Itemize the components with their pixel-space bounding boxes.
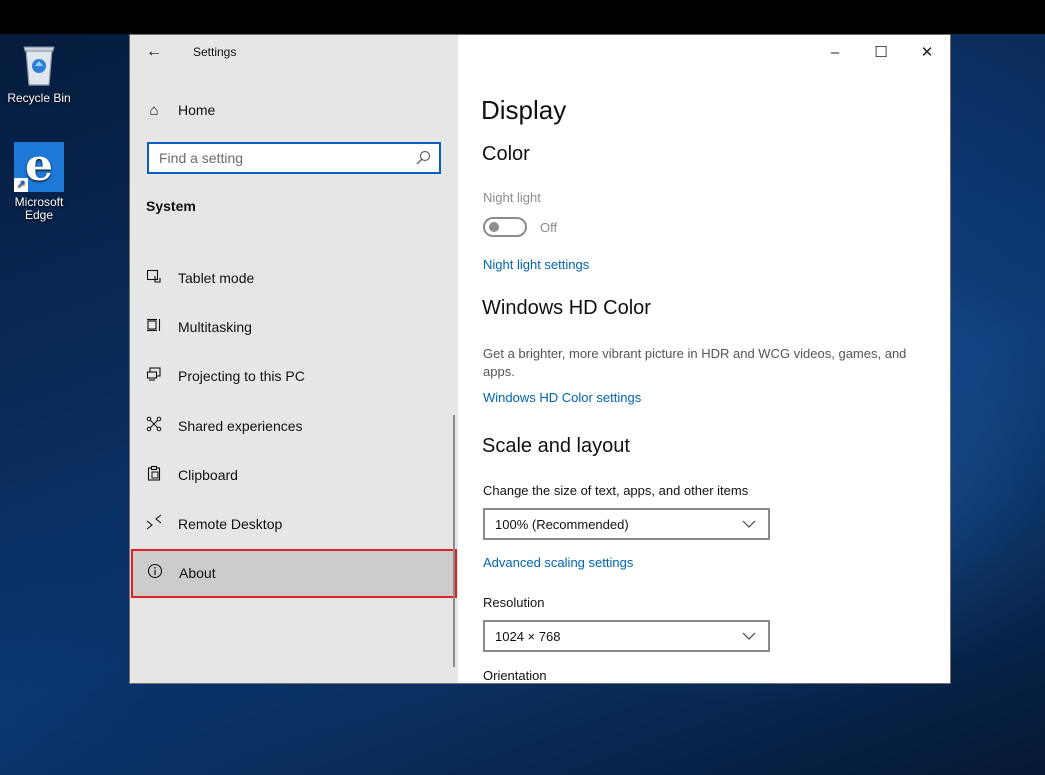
info-icon bbox=[131, 563, 179, 583]
shortcut-arrow-icon: ↗ bbox=[14, 178, 28, 192]
search-icon bbox=[416, 150, 431, 165]
edge-label: Microsoft Edge bbox=[14, 195, 64, 222]
hdr-heading: Windows HD Color bbox=[482, 297, 651, 319]
night-light-state: Off bbox=[540, 220, 558, 235]
title-bar: ← Settings bbox=[130, 35, 458, 69]
resolution-label: Resolution bbox=[483, 595, 545, 610]
edge-icon: e ↗ bbox=[14, 142, 64, 192]
main-content: – ☐ ✕ Display Color Night light Off Nigh… bbox=[458, 35, 950, 683]
window-title: Settings bbox=[193, 45, 237, 59]
home-label: Home bbox=[178, 102, 216, 118]
search-input[interactable] bbox=[159, 150, 415, 166]
chevron-down-icon bbox=[742, 520, 756, 528]
sidebar-item-label: Shared experiences bbox=[178, 417, 303, 434]
desktop-icon-recycle-bin[interactable]: Recycle Bin bbox=[0, 42, 78, 105]
sidebar-item-projecting[interactable]: Projecting to this PC bbox=[130, 352, 458, 401]
close-icon: ✕ bbox=[920, 44, 934, 61]
multitasking-icon bbox=[130, 317, 178, 337]
shared-experiences-icon bbox=[130, 416, 178, 436]
recycle-bin-icon bbox=[23, 46, 55, 86]
color-heading: Color bbox=[482, 143, 530, 165]
sidebar-scrollbar[interactable] bbox=[453, 415, 455, 667]
sidebar-item-label: Clipboard bbox=[178, 466, 238, 483]
sidebar-nav-list: Tablet mode Multitasking Projecting to t… bbox=[130, 253, 458, 599]
orientation-label: Orientation bbox=[483, 668, 547, 683]
sidebar-item-clipboard[interactable]: Clipboard bbox=[130, 450, 458, 499]
sidebar-item-multitasking[interactable]: Multitasking bbox=[130, 302, 458, 351]
chevron-down-icon bbox=[742, 632, 756, 640]
back-arrow-icon: ← bbox=[146, 43, 162, 60]
page-title: Display bbox=[481, 95, 567, 125]
search-box[interactable] bbox=[147, 142, 441, 174]
minimize-icon: – bbox=[830, 43, 840, 61]
sidebar-item-label: About bbox=[179, 565, 216, 582]
home-icon: ⌂ bbox=[149, 101, 159, 119]
projecting-icon bbox=[130, 366, 178, 386]
scale-dropdown[interactable]: 100% (Recommended) bbox=[483, 508, 770, 540]
recycle-bin-label: Recycle Bin bbox=[7, 91, 71, 105]
resolution-dropdown[interactable]: 1024 × 768 bbox=[483, 620, 770, 652]
scale-value: 100% (Recommended) bbox=[495, 516, 629, 532]
maximize-button[interactable]: ☐ bbox=[858, 35, 904, 69]
tablet-mode-icon bbox=[130, 268, 178, 288]
back-button[interactable]: ← bbox=[140, 39, 168, 65]
night-light-toggle[interactable] bbox=[483, 217, 527, 237]
sidebar-item-remote-desktop[interactable]: Remote Desktop bbox=[130, 499, 458, 548]
minimize-button[interactable]: – bbox=[812, 35, 858, 69]
remote-desktop-icon bbox=[130, 514, 178, 534]
sidebar: ← Settings ⌂ Home System Tablet mode bbox=[130, 35, 458, 683]
sidebar-item-label: Projecting to this PC bbox=[178, 368, 305, 385]
hdr-description: Get a brighter, more vibrant picture in … bbox=[483, 346, 907, 379]
desktop-icon-edge[interactable]: e ↗ Microsoft Edge bbox=[0, 142, 78, 222]
maximize-icon: ☐ bbox=[874, 44, 888, 61]
sidebar-item-home[interactable]: ⌂ Home bbox=[130, 93, 458, 127]
sidebar-item-shared-experiences[interactable]: Shared experiences bbox=[130, 401, 458, 450]
toggle-knob bbox=[489, 222, 499, 232]
sidebar-item-label: Remote Desktop bbox=[178, 516, 283, 533]
scale-heading: Scale and layout bbox=[482, 435, 630, 457]
sidebar-item-label: Tablet mode bbox=[178, 269, 255, 286]
sidebar-item-tablet-mode[interactable]: Tablet mode bbox=[130, 253, 458, 302]
sidebar-item-about[interactable]: About bbox=[131, 548, 457, 599]
clipboard-icon bbox=[130, 465, 178, 485]
resolution-value: 1024 × 768 bbox=[495, 628, 561, 644]
sidebar-item-label: Multitasking bbox=[178, 318, 252, 335]
night-light-settings-link[interactable]: Night light settings bbox=[483, 257, 589, 272]
night-light-label: Night light bbox=[483, 190, 541, 205]
settings-window: ← Settings ⌂ Home System Tablet mode bbox=[130, 35, 950, 683]
scale-label: Change the size of text, apps, and other… bbox=[483, 483, 749, 498]
hdr-settings-link[interactable]: Windows HD Color settings bbox=[483, 390, 641, 405]
section-title: System bbox=[146, 198, 196, 214]
close-button[interactable]: ✕ bbox=[904, 35, 950, 69]
advanced-scaling-link[interactable]: Advanced scaling settings bbox=[483, 555, 633, 570]
window-controls: – ☐ ✕ bbox=[812, 35, 950, 69]
